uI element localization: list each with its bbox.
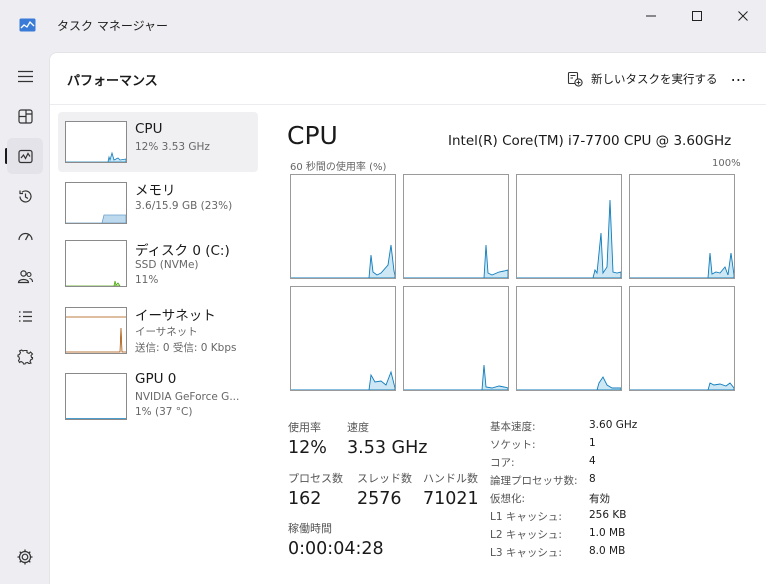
gpu-thumbnail-graph — [65, 373, 127, 420]
nav-startup[interactable] — [7, 218, 43, 254]
processes-value: 162 — [288, 489, 322, 509]
run-new-task-label: 新しいタスクを実行する — [591, 72, 718, 86]
details-icon — [18, 310, 32, 322]
device-name: ディスク 0 (C:) — [135, 243, 230, 259]
spec-label: L2 キャッシュ: — [490, 529, 562, 541]
services-icon — [16, 348, 33, 365]
spec-value: 1.0 MB — [589, 527, 626, 539]
cpu-model-name: Intel(R) Core(TM) i7-7700 CPU @ 3.60GHz — [448, 133, 732, 149]
nav-processes[interactable] — [7, 98, 43, 134]
device-item-disk[interactable]: ディスク 0 (C:) SSD (NVMe) 11% — [58, 234, 258, 294]
uptime-value: 0:00:04:28 — [288, 539, 384, 559]
device-item-ethernet[interactable]: イーサネット イーサネット 送信: 0 受信: 0 Kbps — [58, 299, 258, 364]
spec-value: 256 KB — [589, 509, 627, 521]
disk-thumbnail-graph — [65, 240, 127, 287]
spec-label: ソケット: — [490, 439, 536, 451]
memory-thumbnail-graph — [65, 182, 127, 224]
cpu-graph-0 — [290, 174, 396, 279]
cpu-graph-2 — [516, 174, 622, 279]
spec-label: L3 キャッシュ: — [490, 547, 562, 559]
nav-performance[interactable] — [7, 138, 43, 174]
title-bar[interactable]: タスク マネージャー — [0, 0, 766, 52]
maximize-button[interactable] — [674, 0, 720, 32]
spec-value: 3.60 GHz — [589, 419, 638, 431]
spec-value: 1 — [589, 437, 596, 449]
nav-users[interactable] — [7, 258, 43, 294]
device-item-memory[interactable]: メモリ 3.6/15.9 GB (23%) — [58, 173, 258, 233]
device-sub: 送信: 0 受信: 0 Kbps — [135, 342, 237, 354]
run-new-task-button[interactable]: 新しいタスクを実行する — [567, 68, 718, 90]
device-sub: NVIDIA GeForce G... — [135, 391, 240, 403]
spec-label: 基本速度: — [490, 421, 536, 433]
task-manager-window: タスク マネージャー パフォーマンス 新しいタスクを実行する ⋯ CPU 12%… — [0, 0, 766, 584]
speed-value: 3.53 GHz — [347, 438, 428, 458]
history-icon — [18, 189, 32, 202]
gear-icon[interactable] — [16, 548, 34, 566]
device-sub: 12% 3.53 GHz — [135, 141, 210, 153]
logical-processor-graphs — [290, 174, 741, 393]
nav-app-history[interactable] — [7, 178, 43, 214]
device-name: GPU 0 — [135, 371, 177, 387]
nav-services[interactable] — [7, 338, 43, 374]
hamburger-icon — [17, 70, 33, 82]
cpu-graph-4 — [290, 286, 396, 391]
spec-value: 8.0 MB — [589, 545, 626, 557]
run-task-icon — [567, 71, 583, 87]
cpu-graph-3 — [629, 174, 735, 279]
usage-value: 12% — [288, 438, 327, 458]
processes-label: プロセス数 — [288, 472, 343, 485]
spec-value: 8 — [589, 473, 596, 485]
close-icon — [738, 11, 748, 21]
graph-axis-max: 100% — [712, 158, 741, 169]
device-sub: 1% (37 °C) — [135, 406, 193, 418]
device-item-cpu[interactable]: CPU 12% 3.53 GHz — [58, 112, 258, 172]
device-name: イーサネット — [135, 308, 216, 324]
close-button[interactable] — [720, 0, 766, 32]
window-title: タスク マネージャー — [57, 19, 168, 33]
page-title: パフォーマンス — [67, 74, 158, 89]
more-options-icon: ⋯ — [730, 69, 748, 89]
handles-value: 71021 — [423, 489, 479, 509]
minimize-button[interactable] — [628, 0, 674, 32]
spec-label: L1 キャッシュ: — [490, 511, 562, 523]
cpu-graph-5 — [403, 286, 509, 391]
uptime-label: 稼働時間 — [288, 522, 332, 535]
device-sub: 11% — [135, 274, 159, 286]
startup-icon — [17, 232, 33, 240]
processes-icon — [17, 108, 33, 124]
cpu-graph-1 — [403, 174, 509, 279]
spec-label: 仮想化: — [490, 493, 526, 505]
maximize-icon — [692, 11, 702, 21]
header-divider — [50, 104, 766, 105]
handles-label: ハンドル数 — [423, 472, 478, 485]
device-name: メモリ — [135, 183, 176, 199]
threads-label: スレッド数 — [357, 472, 412, 485]
ethernet-thumbnail-graph — [65, 307, 127, 354]
spec-label: 論理プロセッサ数: — [490, 475, 578, 487]
nav-menu-button[interactable] — [7, 58, 43, 94]
usage-label: 使用率 — [288, 421, 321, 434]
spec-value: 有効 — [589, 493, 610, 505]
device-name: CPU — [135, 121, 163, 137]
cpu-thumbnail-graph — [65, 121, 127, 163]
performance-icon — [17, 149, 33, 163]
users-icon — [17, 269, 33, 283]
cpu-graph-6 — [516, 286, 622, 391]
device-sub: SSD (NVMe) — [135, 259, 199, 271]
nav-details[interactable] — [7, 298, 43, 334]
spec-value: 4 — [589, 455, 596, 467]
speed-label: 速度 — [347, 421, 369, 434]
task-manager-app-icon — [19, 18, 36, 32]
cpu-graph-7 — [629, 286, 735, 391]
threads-value: 2576 — [357, 489, 402, 509]
minimize-icon — [646, 15, 656, 17]
device-sub: 3.6/15.9 GB (23%) — [135, 200, 233, 212]
more-options-button[interactable]: ⋯ — [725, 67, 753, 91]
device-sub: イーサネット — [135, 326, 198, 338]
detail-title: CPU — [287, 121, 338, 150]
graph-axis-label: 60 秒間の使用率 (%) — [290, 162, 387, 173]
spec-label: コア: — [490, 457, 515, 469]
performance-panel: パフォーマンス 新しいタスクを実行する ⋯ CPU 12% 3.53 GHz メ… — [49, 52, 766, 584]
device-item-gpu[interactable]: GPU 0 NVIDIA GeForce G... 1% (37 °C) — [58, 367, 258, 427]
